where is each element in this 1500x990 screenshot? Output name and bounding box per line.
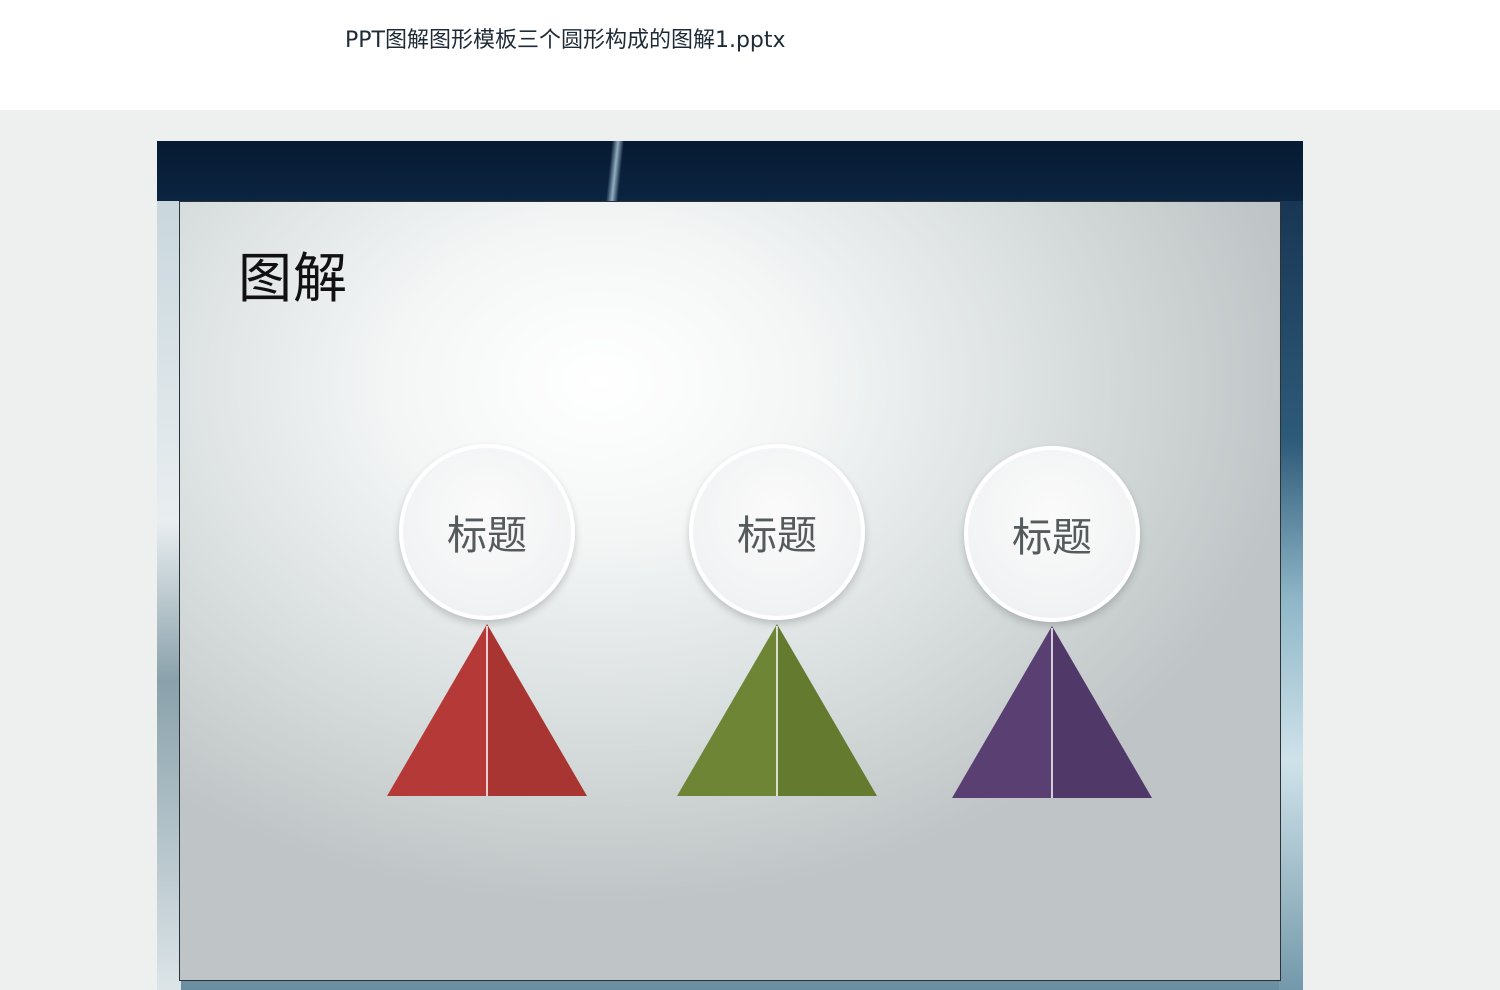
node-label: 标题 <box>737 513 817 559</box>
top-bar: PPT图解图形模板三个圆形构成的图解1.pptx <box>0 0 1500 110</box>
background-right-edge <box>1279 201 1303 990</box>
file-title: PPT图解图形模板三个圆形构成的图解1.pptx <box>345 28 786 53</box>
node-circle: 标题 <box>399 444 575 620</box>
node-label: 标题 <box>447 513 527 559</box>
diagram-node-1: 标题 <box>377 444 597 804</box>
slide-canvas: 图解 标题 标题 标题 <box>179 201 1281 981</box>
node-triangle <box>677 624 877 796</box>
node-triangle <box>387 624 587 796</box>
background-light-streak <box>605 141 625 201</box>
slide-title: 图解 <box>238 247 348 310</box>
node-triangle <box>952 626 1152 798</box>
node-circle: 标题 <box>964 446 1140 622</box>
diagram-node-3: 标题 <box>942 446 1162 806</box>
node-label: 标题 <box>1012 515 1092 561</box>
background-left-edge <box>157 201 181 990</box>
diagram-node-2: 标题 <box>667 444 887 804</box>
node-circle: 标题 <box>689 444 865 620</box>
